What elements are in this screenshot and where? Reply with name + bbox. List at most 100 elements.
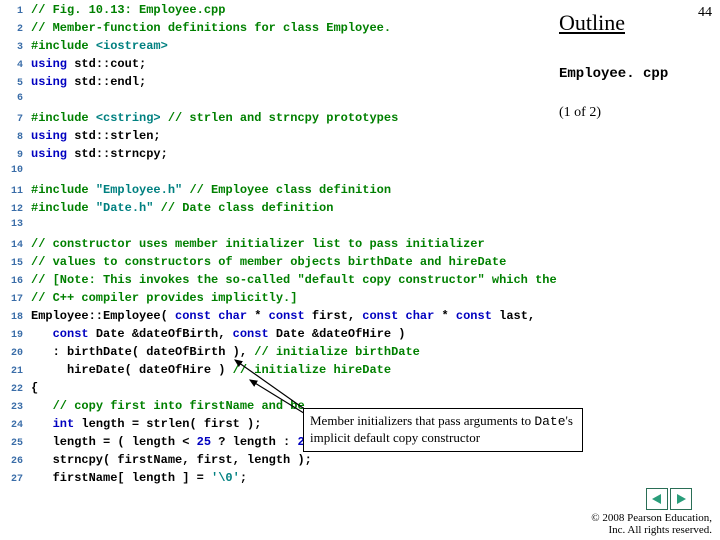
line-number: 8 (3, 132, 23, 143)
code-token: <cstring> (96, 111, 161, 125)
line-number: 12 (3, 204, 23, 215)
next-button[interactable] (670, 488, 692, 510)
code-token: * (247, 309, 269, 323)
code-token: ? length : (211, 435, 297, 449)
code-token: hireDate( dateOfHire ) (31, 363, 233, 377)
code-token: // C++ compiler provides implicitly.] (31, 291, 297, 305)
code-line: 12 #include "Date.h" // Date class defini… (3, 201, 578, 219)
code-line: 11#include "Employee.h" // Employee clas… (3, 183, 578, 201)
line-number: 11 (3, 186, 23, 197)
code-token: // copy first into firstName and be (53, 399, 305, 413)
line-number: 13 (3, 219, 23, 230)
line-number: 9 (3, 150, 23, 161)
code-token: const (53, 327, 89, 341)
code-line: 8using std::strlen; (3, 129, 578, 147)
code-token: strncpy( firstName, first, length ); (31, 453, 312, 467)
code-line: 4using std::cout; (3, 57, 578, 75)
line-number: 10 (3, 165, 23, 176)
code-token: // initialize birthDate (254, 345, 420, 359)
code-token: last, (492, 309, 535, 323)
code-token: <iostream> (96, 39, 168, 53)
code-line: 15// values to constructors of member ob… (3, 255, 578, 273)
code-token: Date &dateOfBirth, (89, 327, 233, 341)
file-name-subtitle: Employee. cpp (559, 66, 668, 82)
code-token: // [Note: This invokes the so-called "de… (31, 273, 557, 287)
code-token: const (269, 309, 305, 323)
code-token: length = ( length < (31, 435, 197, 449)
code-token: std::strncpy; (67, 147, 168, 161)
page-part-indicator: (1 of 2) (559, 105, 601, 121)
code-token: { (31, 381, 38, 395)
code-token: '\0' (211, 471, 240, 485)
code-token: int (53, 417, 75, 431)
code-line: 21 hireDate( dateOfHire ) // initialize … (3, 363, 578, 381)
line-number: 18 (3, 312, 23, 323)
code-line: 19 const Date &dateOfBirth, const Date &… (3, 327, 578, 345)
line-number: 1 (3, 6, 23, 17)
code-token: ; (240, 471, 247, 485)
code-line: 17// C++ compiler provides implicitly.] (3, 291, 578, 309)
prev-button[interactable] (646, 488, 668, 510)
line-number: 3 (3, 42, 23, 53)
code-line: 22 { (3, 381, 578, 399)
slide-nav (646, 488, 692, 510)
line-number: 20 (3, 348, 23, 359)
code-token (182, 183, 189, 197)
code-token (31, 399, 53, 413)
code-line: 14// constructor uses member initializer… (3, 237, 578, 255)
line-number: 23 (3, 402, 23, 413)
line-number: 24 (3, 420, 23, 431)
code-token (31, 417, 53, 431)
copyright-text: © 2008 Pearson Education, Inc. All right… (591, 512, 712, 536)
code-line: 9 using std::strncpy; (3, 147, 578, 165)
code-token: using (31, 147, 67, 161)
line-number: 22 (3, 384, 23, 395)
line-number: 6 (3, 93, 23, 104)
code-token: #include (31, 201, 96, 215)
code-line: 1// Fig. 10.13: Employee.cpp (3, 3, 578, 21)
callout-text-1: Member initializers that pass arguments … (310, 413, 534, 428)
code-line: 3 #include <iostream> (3, 39, 578, 57)
line-number: 19 (3, 330, 23, 341)
code-line: 26 strncpy( firstName, first, length ); (3, 453, 578, 471)
code-token: 25 (197, 435, 211, 449)
code-token (161, 111, 168, 125)
triangle-right-icon (675, 493, 687, 505)
code-line: 18 Employee::Employee( const char * const… (3, 309, 578, 327)
code-token: using (31, 129, 67, 143)
code-token: // Date class definition (161, 201, 334, 215)
copyright-line1: © 2008 Pearson Education, (591, 512, 712, 524)
code-token: #include (31, 39, 96, 53)
line-number: 7 (3, 114, 23, 125)
code-line: 27 firstName[ length ] = '\0'; (3, 471, 578, 489)
copyright-line2: Inc. All rights reserved. (608, 524, 712, 536)
code-token: // values to constructors of member obje… (31, 255, 506, 269)
code-token (153, 201, 160, 215)
slide-number: 44 (698, 5, 712, 21)
code-token: first, (305, 309, 363, 323)
code-line: 2// Member-function definitions for clas… (3, 21, 578, 39)
line-number: 2 (3, 24, 23, 35)
code-line: 6 (3, 93, 578, 111)
line-number: 16 (3, 276, 23, 287)
code-token: std::endl; (67, 75, 146, 89)
outline-heading: Outline (559, 10, 625, 36)
code-line: 16 // [Note: This invokes the so-called "… (3, 273, 578, 291)
code-line: 13 (3, 219, 578, 237)
code-token: // constructor uses member initializer l… (31, 237, 485, 251)
code-token: const char (175, 309, 247, 323)
code-line: 5 using std::endl; (3, 75, 578, 93)
code-token (31, 327, 53, 341)
line-number: 25 (3, 438, 23, 449)
code-line: 20 : birthDate( dateOfBirth ), // initia… (3, 345, 578, 363)
code-token: const (456, 309, 492, 323)
code-token: using (31, 75, 67, 89)
line-number: 5 (3, 78, 23, 89)
triangle-left-icon (651, 493, 663, 505)
code-token: Employee::Employee( (31, 309, 175, 323)
code-token: "Date.h" (96, 201, 154, 215)
code-line: 10 (3, 165, 578, 183)
code-token: const (233, 327, 269, 341)
code-token: * (434, 309, 456, 323)
code-token: using (31, 57, 67, 71)
